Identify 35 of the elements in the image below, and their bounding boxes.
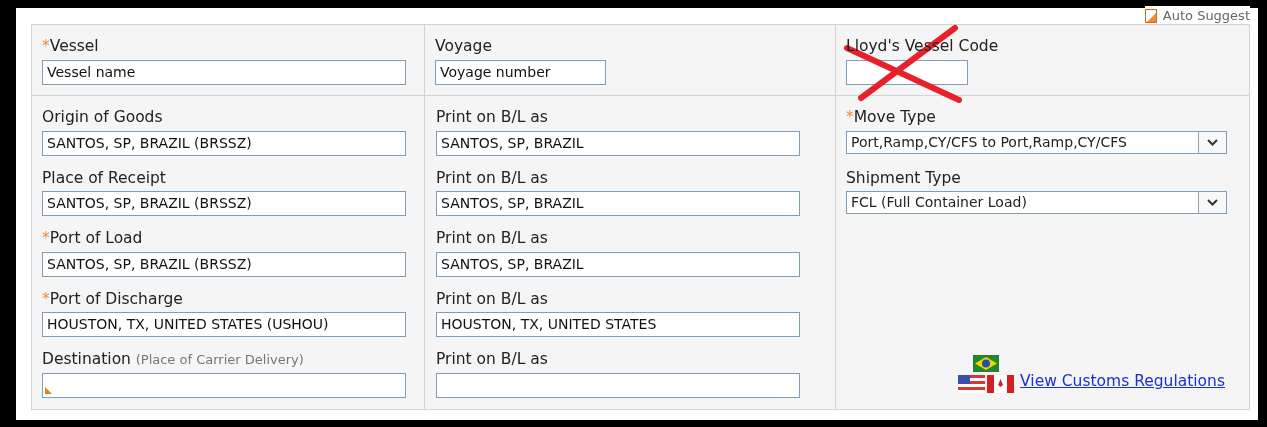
text-field[interactable]: SANTOS, SP, BRAZIL <box>436 191 800 216</box>
text-field[interactable]: SANTOS, SP, BRAZIL (BRSSZ) <box>42 251 406 277</box>
text-field[interactable]: SANTOS, SP, BRAZIL <box>436 130 800 156</box>
field-label: Destination <box>42 349 131 369</box>
field-label: Voyage <box>435 36 492 56</box>
flag-icon <box>987 375 1015 393</box>
customs-regulations-link[interactable]: View Customs Regulations <box>1020 369 1225 393</box>
text-field[interactable]: SANTOS, SP, BRAZIL (BRSSZ) <box>42 191 406 216</box>
field-label: Shipment Type <box>846 167 961 188</box>
flag-icon <box>973 355 1000 372</box>
field-label: Origin of Goods <box>42 107 163 127</box>
text-field[interactable]: SANTOS, SP, BRAZIL <box>436 251 800 277</box>
field-label: Print on B/L as <box>436 107 548 127</box>
field-label: Print on B/L as <box>436 288 548 309</box>
field-label: *Vessel <box>42 36 99 56</box>
text-field[interactable]: HOUSTON, TX, UNITED STATES (USHOU) <box>42 312 406 337</box>
text-field[interactable] <box>42 372 406 398</box>
text-field[interactable]: SANTOS, SP, BRAZIL (BRSSZ) <box>42 130 406 156</box>
flag-icon <box>958 375 986 393</box>
dropdown[interactable]: Port,Ramp,CY/CFS to Port,Ramp,CY/CFS <box>846 130 1227 154</box>
text-field[interactable] <box>436 372 800 398</box>
field-label: *Port of Discharge <box>42 288 183 309</box>
chevron-down-icon <box>1207 199 1218 206</box>
field-label: Place of Receipt <box>42 167 166 188</box>
field-label: Print on B/L as <box>436 349 548 369</box>
text-field[interactable]: HOUSTON, TX, UNITED STATES <box>436 312 800 337</box>
chevron-down-icon <box>1207 138 1218 146</box>
field-label: Print on B/L as <box>436 167 548 188</box>
dropdown[interactable]: FCL (Full Container Load) <box>846 191 1227 214</box>
field-label: *Move Type <box>846 107 936 127</box>
text-field[interactable]: Vessel name <box>42 59 406 85</box>
field-label: Print on B/L as <box>436 228 548 248</box>
field-hint: (Place of Carrier Delivery) <box>135 352 304 367</box>
field-label: *Port of Load <box>42 228 143 248</box>
text-field[interactable]: Voyage number <box>435 59 606 85</box>
